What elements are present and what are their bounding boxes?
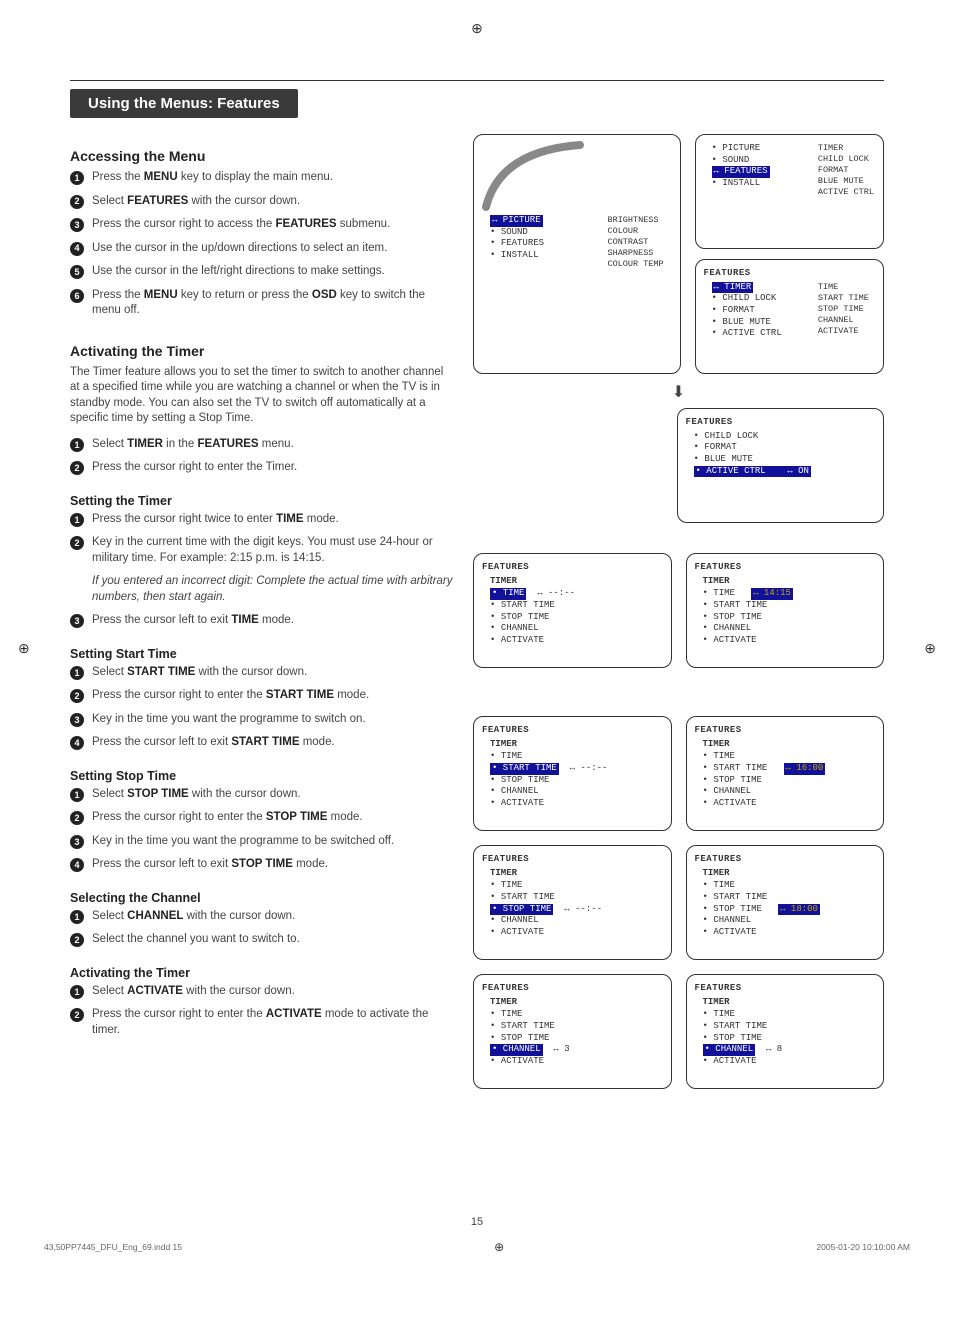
steps-setting-timer: 1Press the cursor right twice to enter T… <box>70 512 455 629</box>
screen-channel-8: FEATURESTIMERTIMESTART TIMESTOP TIME• CH… <box>686 974 885 1089</box>
page-number: 15 <box>471 1216 483 1228</box>
step-number-badge: 3 <box>70 835 84 849</box>
step-number-badge: 2 <box>70 811 84 825</box>
step-item: 3Key in the time you want the programme … <box>70 712 455 728</box>
steps-activating-2: 1Select ACTIVATE with the cursor down. 2P… <box>70 984 455 1039</box>
step-number-badge: 2 <box>70 536 84 550</box>
step-item: 2Press the cursor right to enter the ACT… <box>70 1007 455 1038</box>
heading-activating-timer-2: Activating the Timer <box>70 966 455 980</box>
step-number-badge: 2 <box>70 933 84 947</box>
screens-column: ↔ PICTURESOUNDFEATURESINSTALLBRIGHTNESSC… <box>473 134 884 1103</box>
step-number-badge: 2 <box>70 689 84 703</box>
step-item: 2Press the cursor right to enter the STA… <box>70 688 455 704</box>
screen-channel-3: FEATURESTIMERTIMESTART TIMESTOP TIME• CH… <box>473 974 672 1089</box>
step-item: 4Press the cursor left to exit START TIM… <box>70 735 455 751</box>
screen-stop-time-blank: FEATURESTIMERTIMESTART TIME• STOP TIME ↔… <box>473 845 672 960</box>
screen-start-time-value: FEATURESTIMERTIME• START TIME ↔ 16:00STO… <box>686 716 885 831</box>
curve-arrow-icon <box>480 141 590 211</box>
step-number-badge: 3 <box>70 218 84 232</box>
step-number-badge: 3 <box>70 713 84 727</box>
heading-accessing-menu: Accessing the Menu <box>70 148 455 164</box>
step-number-badge: 1 <box>70 513 84 527</box>
steps-setting-start: 1Select START TIME with the cursor down.… <box>70 665 455 751</box>
footer-filename: 43,50PP7445_DFU_Eng_69.indd 15 <box>44 1242 182 1252</box>
heading-setting-stop: Setting Stop Time <box>70 769 455 783</box>
step-item: 1Select TIMER in the FEATURES menu. <box>70 437 455 453</box>
screen-active-ctrl: FEATURESCHILD LOCKFORMATBLUE MUTE• ACTIV… <box>677 408 885 523</box>
step-item: 1Select ACTIVATE with the cursor down. <box>70 984 455 1000</box>
step-number-badge: 2 <box>70 195 84 209</box>
heading-activating-timer: Activating the Timer <box>70 343 455 359</box>
step-number-badge: 5 <box>70 265 84 279</box>
step-number-badge: 1 <box>70 985 84 999</box>
section-title-bar: Using the Menus: Features <box>70 89 298 118</box>
step-item: 3Press the cursor left to exit TIME mode… <box>70 613 455 629</box>
step-number-badge: 1 <box>70 171 84 185</box>
step-item: 3Key in the time you want the programme … <box>70 834 455 850</box>
heading-setting-start: Setting Start Time <box>70 647 455 661</box>
steps-selecting-channel: 1Select CHANNEL with the cursor down. 2Se… <box>70 909 455 948</box>
step-item: 1Select STOP TIME with the cursor down. <box>70 787 455 803</box>
step-number-badge: 1 <box>70 666 84 680</box>
step-item: 2Select the channel you want to switch t… <box>70 932 455 948</box>
step-item: 2Press the cursor right to enter the Tim… <box>70 460 455 476</box>
screen-main-menu: ↔ PICTURESOUNDFEATURESINSTALLBRIGHTNESSC… <box>473 134 681 374</box>
step-item: 4Press the cursor left to exit STOP TIME… <box>70 857 455 873</box>
step-item: 2Select FEATURES with the cursor down. <box>70 194 455 210</box>
header-rule <box>70 80 884 81</box>
text-column: Accessing the Menu 1Press the MENU key t… <box>70 134 455 1103</box>
step-number-badge: 2 <box>70 1008 84 1022</box>
heading-setting-timer: Setting the Timer <box>70 494 455 508</box>
steps-setting-stop: 1Select STOP TIME with the cursor down. 2… <box>70 787 455 873</box>
step-item: 1Select START TIME with the cursor down. <box>70 665 455 681</box>
page-footer: 43,50PP7445_DFU_Eng_69.indd 15 ⊕ 2005-01… <box>44 1240 910 1254</box>
step-number-badge: 4 <box>70 242 84 256</box>
step-item: 2Key in the current time with the digit … <box>70 535 455 566</box>
step-number-badge: 2 <box>70 461 84 475</box>
screen-time-input-value: FEATURESTIMER• TIME ↔ 14:15START TIMESTO… <box>686 553 885 668</box>
screen-features-top: PICTURESOUND↔ FEATURESINSTALLTIMERCHILD … <box>695 134 885 249</box>
screen-features-submenu: FEATURES ↔ TIMERCHILD LOCKFORMATBLUE MUT… <box>695 259 885 374</box>
steps-activating-intro: 1Select TIMER in the FEATURES menu. 2Pres… <box>70 437 455 476</box>
down-arrow-icon: ⬇ <box>473 382 884 402</box>
step-note: If you entered an incorrect digit: Compl… <box>70 574 455 605</box>
screen-time-input-blank: FEATURESTIMER• TIME ↔ --:--START TIMESTO… <box>473 553 672 668</box>
step-number-badge: 1 <box>70 438 84 452</box>
step-item: 4Use the cursor in the up/down direction… <box>70 241 455 257</box>
steps-accessing: 1Press the MENU key to display the main … <box>70 170 455 319</box>
step-item: 2Press the cursor right to enter the STO… <box>70 810 455 826</box>
manual-page: Using the Menus: Features Accessing the … <box>0 0 954 1280</box>
step-number-badge: 4 <box>70 858 84 872</box>
print-mark-icon: ⊕ <box>494 1240 504 1254</box>
step-number-badge: 6 <box>70 289 84 303</box>
step-number-badge: 1 <box>70 788 84 802</box>
intro-activating-timer: The Timer feature allows you to set the … <box>70 365 455 427</box>
step-item: 1Press the MENU key to display the main … <box>70 170 455 186</box>
footer-timestamp: 2005-01-20 10:10:00 AM <box>816 1242 910 1252</box>
screen-start-time-blank: FEATURESTIMERTIME• START TIME ↔ --:--STO… <box>473 716 672 831</box>
screen-title: FEATURES <box>704 268 876 280</box>
step-item: 3Press the cursor right to access the FE… <box>70 217 455 233</box>
step-item: 6Press the MENU key to return or press t… <box>70 288 455 319</box>
step-number-badge: 4 <box>70 736 84 750</box>
step-number-badge: 3 <box>70 614 84 628</box>
screen-stop-time-value: FEATURESTIMERTIMESTART TIME• STOP TIME ↔… <box>686 845 885 960</box>
step-item: 5Use the cursor in the left/right direct… <box>70 264 455 280</box>
heading-selecting-channel: Selecting the Channel <box>70 891 455 905</box>
step-item: 1Select CHANNEL with the cursor down. <box>70 909 455 925</box>
step-number-badge: 1 <box>70 910 84 924</box>
step-item: 1Press the cursor right twice to enter T… <box>70 512 455 528</box>
